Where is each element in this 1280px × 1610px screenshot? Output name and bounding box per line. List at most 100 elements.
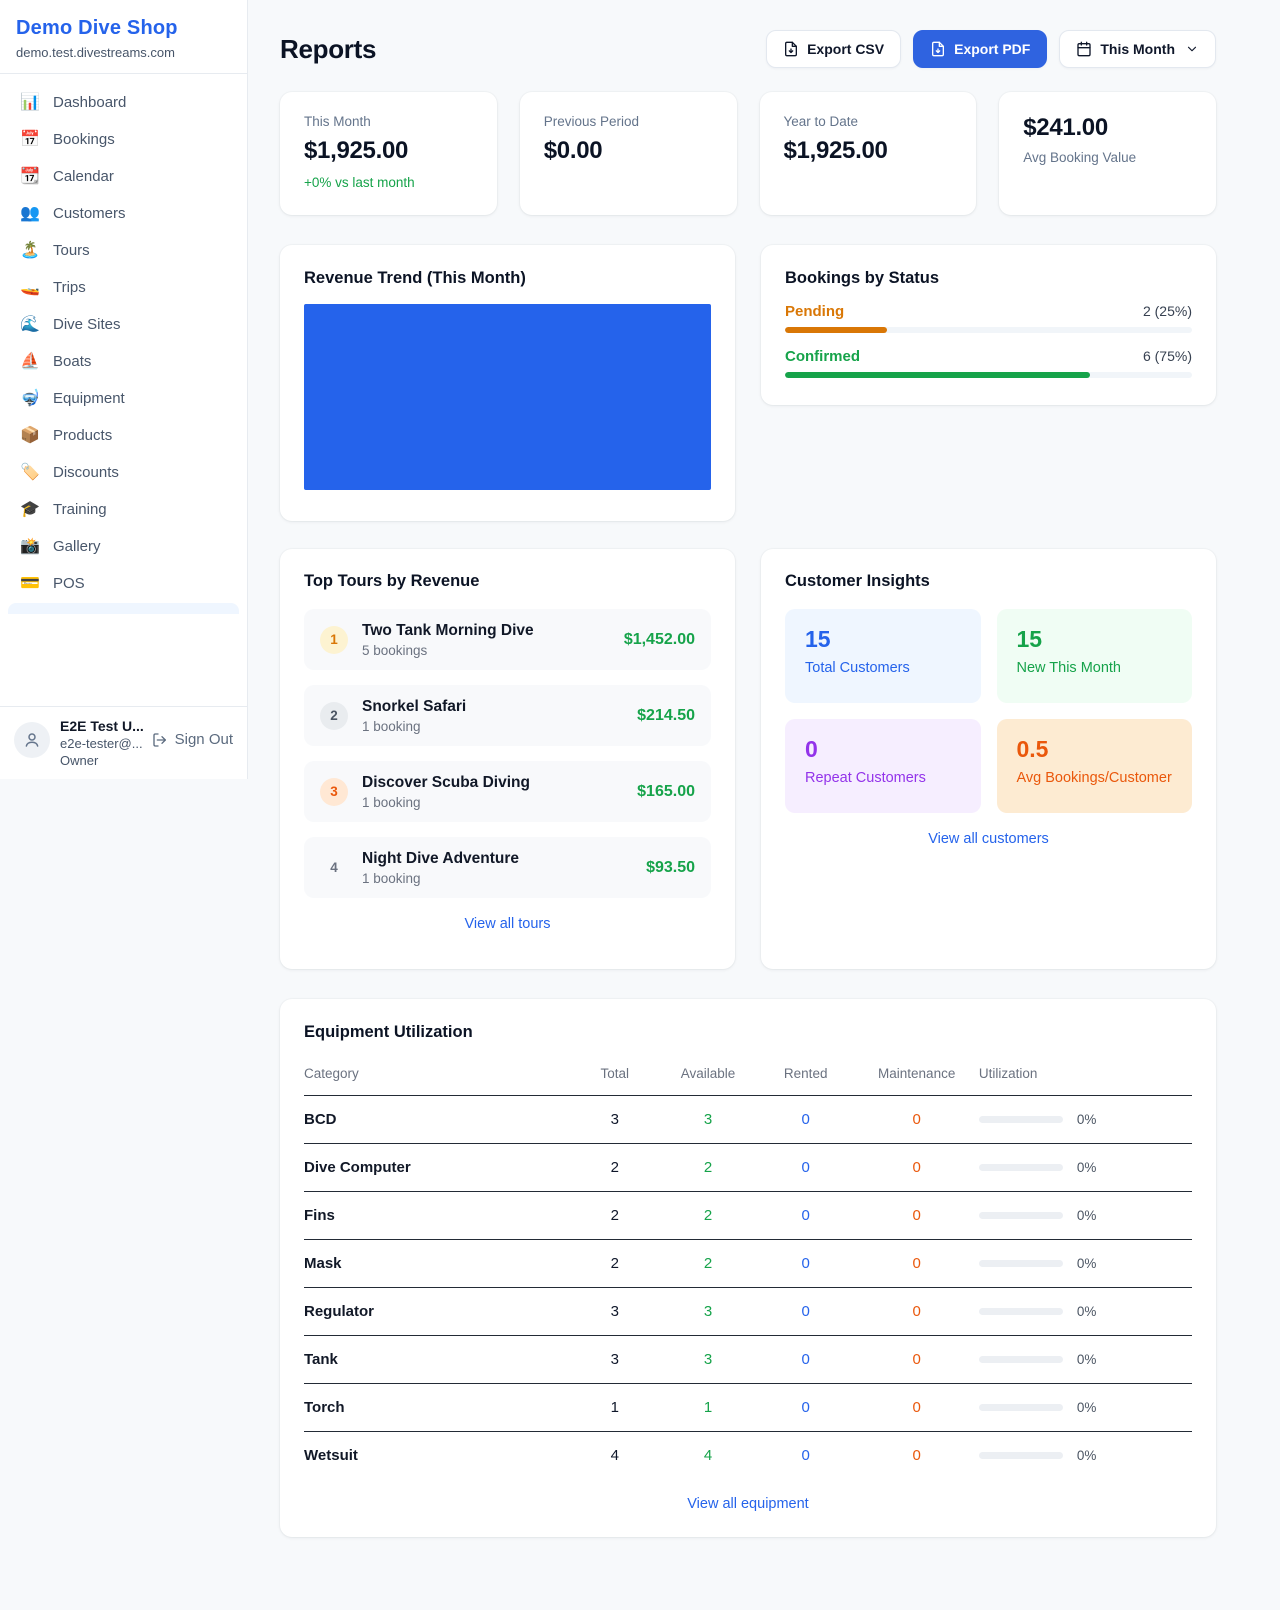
chevron-down-icon: [1185, 42, 1199, 56]
credit-card-icon: 💳: [20, 576, 40, 592]
view-all-equipment-link[interactable]: View all equipment: [687, 1496, 808, 1512]
cell-total: 2: [570, 1144, 659, 1192]
cell-rented: 0: [757, 1288, 855, 1336]
sidebar-item-calendar[interactable]: 📆Calendar: [8, 158, 239, 195]
camera-icon: 📸: [20, 539, 40, 555]
sidebar-item-products[interactable]: 📦Products: [8, 417, 239, 454]
sidebar-item-tours[interactable]: 🏝️Tours: [8, 232, 239, 269]
sidebar-item-label: Trips: [53, 279, 86, 296]
insight-tile-repeat-customers: 0 Repeat Customers: [785, 719, 981, 813]
sidebar-item-dive-sites[interactable]: 🌊Dive Sites: [8, 306, 239, 343]
rank-badge: 2: [320, 702, 348, 730]
cell-category: Tank: [304, 1336, 570, 1384]
status-count: 6 (75%): [1143, 348, 1192, 364]
sidebar-item-customers[interactable]: 👥Customers: [8, 195, 239, 232]
bookings-by-status-card: Bookings by Status Pending 2 (25%) Confi…: [761, 245, 1216, 405]
tour-bookings: 1 booking: [362, 719, 623, 734]
utilization-pct: 0%: [1077, 1112, 1097, 1127]
sidebar-item-bookings[interactable]: 📅Bookings: [8, 121, 239, 158]
column-header-available: Available: [659, 1056, 757, 1096]
tour-name: Discover Scuba Diving: [362, 774, 623, 792]
cell-total: 2: [570, 1240, 659, 1288]
utilization-bar: [979, 1116, 1063, 1123]
status-bar-track: [785, 327, 1192, 333]
utilization-bar: [979, 1260, 1063, 1267]
sidebar: Demo Dive Shop demo.test.divestreams.com…: [0, 0, 248, 779]
utilization-bar: [979, 1356, 1063, 1363]
table-row: Fins 2 2 0 0 0%: [304, 1192, 1192, 1240]
sidebar-item-discounts[interactable]: 🏷️Discounts: [8, 454, 239, 491]
column-header-rented: Rented: [757, 1056, 855, 1096]
cell-maintenance: 0: [855, 1336, 979, 1384]
stat-card-this-month: This Month $1,925.00 +0% vs last month: [280, 92, 497, 215]
sidebar-item-boats[interactable]: ⛵Boats: [8, 343, 239, 380]
insight-value: 15: [805, 626, 961, 653]
avatar: [14, 722, 50, 758]
cell-maintenance: 0: [855, 1384, 979, 1432]
insight-tile-new-this-month: 15 New This Month: [997, 609, 1193, 703]
equipment-table: Category Total Available Rented Maintena…: [304, 1056, 1192, 1480]
utilization-bar: [979, 1308, 1063, 1315]
export-csv-button[interactable]: Export CSV: [766, 30, 901, 68]
cell-available: 1: [659, 1384, 757, 1432]
status-row-pending: Pending 2 (25%): [785, 303, 1192, 333]
tour-bookings: 5 bookings: [362, 643, 610, 658]
export-csv-label: Export CSV: [807, 41, 884, 57]
cell-total: 3: [570, 1096, 659, 1144]
cell-rented: 0: [757, 1096, 855, 1144]
utilization-pct: 0%: [1077, 1304, 1097, 1319]
insight-tile-total-customers: 15 Total Customers: [785, 609, 981, 703]
insight-label: New This Month: [1017, 660, 1173, 676]
cell-rented: 0: [757, 1144, 855, 1192]
view-all-tours-link[interactable]: View all tours: [465, 916, 551, 932]
sidebar-item-reports-partial[interactable]: [8, 603, 239, 614]
sidebar-item-label: Equipment: [53, 390, 125, 407]
cell-total: 3: [570, 1288, 659, 1336]
tour-row: 2 Snorkel Safari 1 booking $214.50: [304, 685, 711, 746]
sidebar-item-label: Gallery: [53, 538, 101, 555]
column-header-maintenance: Maintenance: [855, 1056, 979, 1096]
revenue-trend-chart: [304, 304, 711, 490]
package-icon: 📦: [20, 428, 40, 444]
bar-chart-icon: 📊: [20, 95, 40, 111]
sidebar-item-training[interactable]: 🎓Training: [8, 491, 239, 528]
tour-row: 3 Discover Scuba Diving 1 booking $165.0…: [304, 761, 711, 822]
sidebar-item-gallery[interactable]: 📸 Gallery: [8, 528, 239, 565]
period-dropdown[interactable]: This Month: [1059, 30, 1216, 68]
sign-out-button[interactable]: Sign Out: [152, 731, 233, 748]
tour-row: 1 Two Tank Morning Dive 5 bookings $1,45…: [304, 609, 711, 670]
tour-revenue: $165.00: [637, 783, 695, 801]
bookings-by-status-title: Bookings by Status: [785, 269, 1192, 288]
insight-label: Total Customers: [805, 660, 961, 676]
sidebar-item-dashboard[interactable]: 📊Dashboard: [8, 84, 239, 121]
file-download-icon: [930, 41, 946, 57]
user-panel: E2E Test U... e2e-tester@... Owner Sign …: [0, 706, 247, 779]
cell-maintenance: 0: [855, 1288, 979, 1336]
utilization-pct: 0%: [1077, 1256, 1097, 1271]
cell-total: 4: [570, 1432, 659, 1480]
tour-bookings: 1 booking: [362, 871, 632, 886]
sidebar-nav: 📊Dashboard 📅Bookings 📆Calendar 👥Customer…: [0, 74, 247, 706]
utilization-bar: [979, 1212, 1063, 1219]
sidebar-item-equipment[interactable]: 🤿Equipment: [8, 380, 239, 417]
logout-icon: [152, 732, 168, 748]
sidebar-item-label: POS: [53, 575, 85, 592]
stat-value: $241.00: [1023, 114, 1192, 142]
stat-label: This Month: [304, 114, 473, 129]
revenue-trend-title: Revenue Trend (This Month): [304, 269, 711, 288]
sidebar-item-label: Bookings: [53, 131, 115, 148]
tour-revenue: $1,452.00: [624, 631, 695, 649]
people-icon: 👥: [20, 206, 40, 222]
sidebar-item-trips[interactable]: 🚤Trips: [8, 269, 239, 306]
column-header-total: Total: [570, 1056, 659, 1096]
export-pdf-label: Export PDF: [954, 41, 1030, 57]
sidebar-item-pos[interactable]: 💳 POS: [8, 565, 239, 602]
utilization-pct: 0%: [1077, 1352, 1097, 1367]
insight-value: 0: [805, 736, 961, 763]
view-all-customers-link[interactable]: View all customers: [928, 831, 1049, 847]
top-tours-card: Top Tours by Revenue 1 Two Tank Morning …: [280, 549, 735, 969]
customer-insights-card: Customer Insights 15 Total Customers 15 …: [761, 549, 1216, 969]
export-pdf-button[interactable]: Export PDF: [913, 30, 1047, 68]
table-row: Torch 1 1 0 0 0%: [304, 1384, 1192, 1432]
stat-card-avg-booking-value: $241.00 Avg Booking Value: [999, 92, 1216, 215]
